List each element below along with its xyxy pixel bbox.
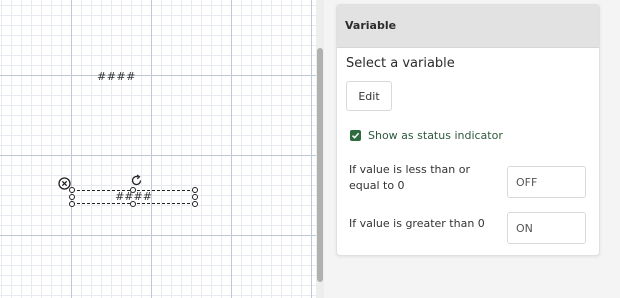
resize-handle-left[interactable]: [69, 194, 75, 200]
value-input-greater[interactable]: [507, 212, 586, 244]
resize-handle-top-right[interactable]: [192, 187, 198, 193]
panel-title: Variable: [337, 5, 599, 48]
resize-handle-right[interactable]: [192, 194, 198, 200]
status-indicator-toggle[interactable]: Show as status indicator: [350, 129, 503, 142]
canvas-scrollbar-thumb[interactable]: [317, 48, 323, 282]
condition-label-greater: If value is greater than 0: [349, 217, 485, 230]
canvas-text-element[interactable]: ####: [97, 70, 136, 83]
resize-handle-bottom-left[interactable]: [69, 201, 75, 207]
status-indicator-label: Show as status indicator: [368, 129, 503, 142]
design-canvas[interactable]: #### ####: [0, 0, 316, 298]
checkbox-checked-icon[interactable]: [350, 130, 361, 141]
value-input-less-equal[interactable]: [507, 166, 586, 198]
edit-button[interactable]: Edit: [346, 81, 392, 111]
rotate-icon[interactable]: [130, 172, 143, 186]
resize-handle-bottom-right[interactable]: [192, 201, 198, 207]
variable-panel: Variable Select a variable Edit Show as …: [336, 4, 600, 256]
delete-element-icon[interactable]: [58, 175, 71, 190]
resize-handle-bottom[interactable]: [130, 201, 136, 207]
resize-handle-top[interactable]: [130, 187, 136, 193]
resize-handle-top-left[interactable]: [69, 187, 75, 193]
condition-label-less-equal: If value is less than or equal to 0: [349, 163, 470, 192]
app-root: #### #### Variable Select a variable Edi…: [0, 0, 620, 298]
select-variable-label: Select a variable: [346, 56, 455, 71]
